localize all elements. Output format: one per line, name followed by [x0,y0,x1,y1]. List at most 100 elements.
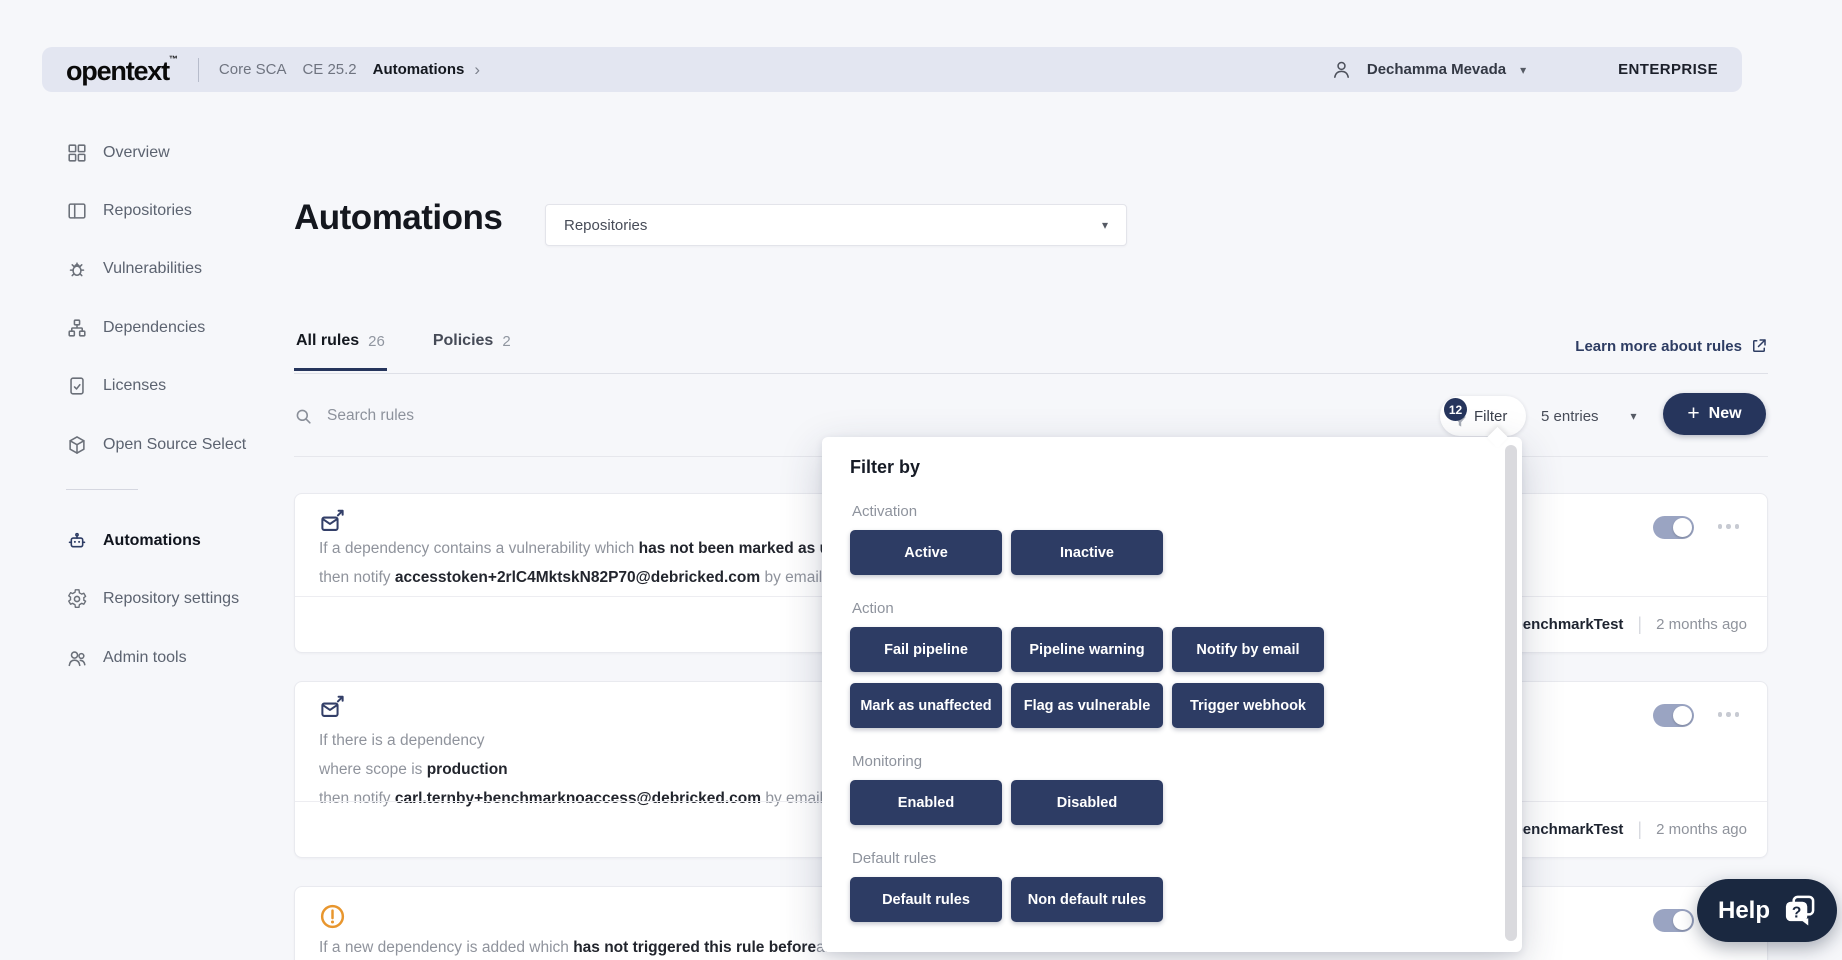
sidebar-item-overview[interactable]: Overview [66,140,170,166]
filter-options-row: Fail pipelinePipeline warningNotify by e… [850,627,1340,728]
tab-label: All rules [296,332,359,350]
gear-icon [66,588,88,610]
entries-select[interactable]: 5 entries ▾ [1541,394,1637,438]
svg-text:?: ? [1792,904,1801,921]
sidebar-item-vulnerabilities[interactable]: Vulnerabilities [66,256,202,282]
repositories-select-value: Repositories [564,217,1102,234]
filter-option-enabled[interactable]: Enabled [850,780,1002,825]
filter-section-label: Monitoring [852,753,1522,770]
dot [1718,712,1723,717]
header-right-group: Dechamma Mevada ▾ ENTERPRISE [1330,58,1718,81]
filter-option-notify-by-email[interactable]: Notify by email [1172,627,1324,672]
breadcrumb-version: CE 25.2 [302,61,356,78]
sidebar-item-open-source-select[interactable]: Open Source Select [66,432,246,458]
learn-more-label: Learn more about rules [1575,338,1742,355]
dependencies-icon [66,317,88,339]
rule-text-plain: If there is a dependency [319,732,484,749]
dot [1726,524,1731,529]
sidebar-item-repository-settings[interactable]: Repository settings [66,586,239,612]
search-input[interactable] [325,406,669,426]
rule-toggle[interactable] [1653,516,1694,539]
tab-label: Policies [433,332,493,350]
rule-timestamp: 2 months ago [1656,821,1747,838]
help-button-label: Help [1718,897,1770,925]
filter-option-default-rules[interactable]: Default rules [850,877,1002,922]
sidebar-item-label: Open Source Select [103,436,246,454]
footer-separator: | [1637,614,1642,635]
sidebar-divider [66,489,138,490]
external-link-icon [1750,337,1768,355]
help-button[interactable]: Help ? [1697,879,1837,942]
filter-option-pipeline-warning[interactable]: Pipeline warning [1011,627,1163,672]
footer-separator: | [1637,819,1642,840]
filter-option-disabled[interactable]: Disabled [1011,780,1163,825]
user-caret-down-icon[interactable]: ▾ [1520,63,1526,77]
breadcrumb-chevron-icon[interactable]: › [474,60,480,80]
rule-text-plain: If a dependency contains a vulnerability… [319,540,639,557]
toggle-knob [1673,911,1692,930]
breadcrumb-product: Core SCA [219,61,287,78]
filter-option-non-default-rules[interactable]: Non default rules [1011,877,1163,922]
sidebar-item-dependencies[interactable]: Dependencies [66,315,205,341]
filter-count-badge: 12 [1444,398,1467,421]
sidebar-item-label: Automations [103,532,201,550]
repositories-select[interactable]: Repositories ▾ [545,204,1127,246]
rule-toggle[interactable] [1653,704,1694,727]
filter-option-trigger-webhook[interactable]: Trigger webhook [1172,683,1324,728]
filter-options-row: Default rulesNon default rules [850,877,1340,922]
email-rule-icon [319,508,346,535]
filter-option-fail-pipeline[interactable]: Fail pipeline [850,627,1002,672]
filter-option-mark-as-unaffected[interactable]: Mark as unaffected [850,683,1002,728]
tab-policies[interactable]: Policies 2 [431,330,513,371]
bug-icon [66,258,88,280]
entries-caret-down-icon: ▾ [1631,409,1637,423]
search-icon [294,407,313,426]
filter-section-label: Action [852,600,1522,617]
search-rules [294,394,669,438]
user-menu[interactable]: Dechamma Mevada [1367,61,1506,78]
new-rule-button[interactable]: + New [1663,393,1766,435]
filter-options-row: EnabledDisabled [850,780,1340,825]
sidebar-item-automations[interactable]: Automations [66,528,201,554]
tab-all-rules[interactable]: All rules 26 [294,330,387,371]
opentext-logo: opentext™ [66,55,178,85]
rule-menu-dots-icon[interactable] [1718,524,1740,529]
filter-button[interactable]: 12 Filter [1440,396,1526,436]
plan-badge: ENTERPRISE [1618,61,1718,78]
filter-section-label: Default rules [852,850,1522,867]
filter-option-flag-as-vulnerable[interactable]: Flag as vulnerable [1011,683,1163,728]
rule-text-plain: then notify [319,569,395,586]
sidebar-item-label: Overview [103,144,170,162]
rule-timestamp: 2 months ago [1656,616,1747,633]
sidebar-item-repositories[interactable]: Repositories [66,198,192,224]
filter-option-inactive[interactable]: Inactive [1011,530,1163,575]
repositories-icon [66,200,88,222]
users-icon [66,647,88,669]
rule-toggle[interactable] [1653,909,1694,932]
rule-text-plain: by email [760,569,822,586]
licenses-icon [66,375,88,397]
filter-options-row: ActiveInactive [850,530,1340,575]
tab-count: 26 [368,333,385,350]
package-icon [66,434,88,456]
toggle-knob [1673,518,1692,537]
sidebar-item-admin-tools[interactable]: Admin tools [66,645,187,671]
sidebar-item-label: Admin tools [103,649,187,667]
filter-panel-title: Filter by [850,457,1522,478]
rules-tabs: All rules 26 Policies 2 [294,330,1768,374]
learn-more-link[interactable]: Learn more about rules [1575,337,1768,355]
breadcrumb-page[interactable]: Automations [373,61,465,78]
rule-text-plain: If a new dependency is added which [319,939,573,956]
toggle-knob [1673,706,1692,725]
sidebar-item-licenses[interactable]: Licenses [66,373,166,399]
trademark-symbol: ™ [169,54,178,64]
filter-panel-scrollbar[interactable] [1505,445,1517,941]
filter-option-active[interactable]: Active [850,530,1002,575]
rule-menu-dots-icon[interactable] [1718,712,1740,717]
robot-icon [66,530,88,552]
tab-count: 2 [502,333,510,350]
sidebar-item-label: Repository settings [103,590,239,608]
dot [1735,524,1740,529]
new-button-label: New [1709,405,1742,423]
app-root: opentext™ Core SCA CE 25.2 Automations ›… [0,0,1842,960]
